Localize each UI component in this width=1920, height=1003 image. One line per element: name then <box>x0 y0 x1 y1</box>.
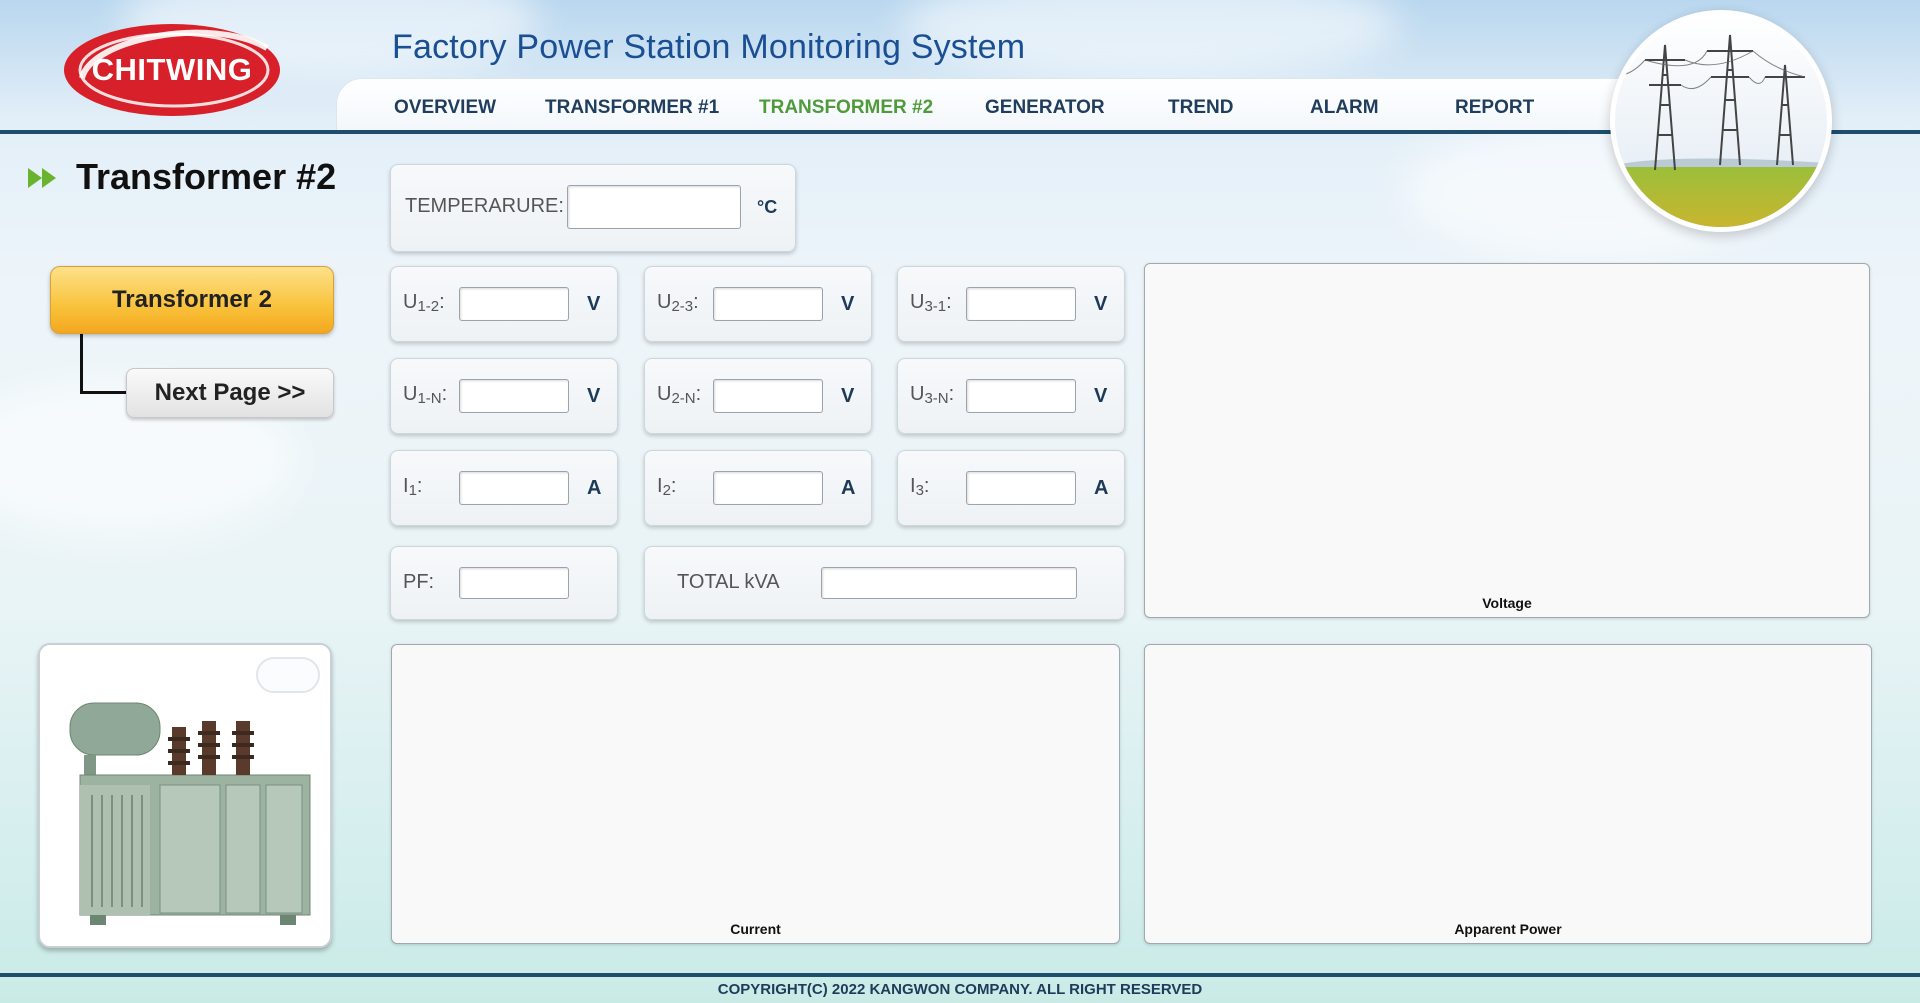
u23-panel: U2-3: V <box>644 266 872 342</box>
apparent-power-chart: Apparent Power <box>1144 644 1872 944</box>
i3-panel: I3: A <box>897 450 1125 526</box>
i1-label: I1: <box>403 475 423 499</box>
i2-field[interactable] <box>713 471 823 505</box>
nav-alarm[interactable]: ALARM <box>1310 97 1379 119</box>
nav-report[interactable]: REPORT <box>1455 97 1534 119</box>
u12-panel: U1-2: V <box>390 266 618 342</box>
nav-generator[interactable]: GENERATOR <box>985 97 1105 119</box>
voltage-chart-label: Voltage <box>1482 595 1532 611</box>
i3-label: I3: <box>910 475 930 499</box>
transformer-photo <box>38 643 332 948</box>
u3n-label: U3-N: <box>910 383 955 407</box>
footer-copyright: COPYRIGHT(C) 2022 KANGWON COMPANY. ALL R… <box>717 981 1203 998</box>
u23-unit: V <box>841 293 855 315</box>
nav-bar <box>336 78 1626 132</box>
u3n-field[interactable] <box>966 379 1076 413</box>
i2-panel: I2: A <box>644 450 872 526</box>
u1n-label: U1-N: <box>403 383 448 407</box>
u23-field[interactable] <box>713 287 823 321</box>
nav-transformer-1[interactable]: TRANSFORMER #1 <box>545 97 719 119</box>
app-title: Factory Power Station Monitoring System <box>392 28 1026 66</box>
i2-unit: A <box>841 477 856 499</box>
current-chart-label: Current <box>730 921 781 937</box>
i1-unit: A <box>587 477 602 499</box>
total-kva-field[interactable] <box>821 567 1077 599</box>
u12-label: U1-2: <box>403 291 445 315</box>
i3-field[interactable] <box>966 471 1076 505</box>
u2n-unit: V <box>841 385 855 407</box>
voltage-chart: Voltage <box>1144 263 1870 618</box>
total-kva-label: TOTAL kVA <box>677 571 780 593</box>
temperature-panel: TEMPERARURE: °C <box>390 164 796 252</box>
u2n-field[interactable] <box>713 379 823 413</box>
total-kva-panel: TOTAL kVA <box>644 546 1125 620</box>
u12-field[interactable] <box>459 287 569 321</box>
u23-label: U2-3: <box>657 291 699 315</box>
u1n-field[interactable] <box>459 379 569 413</box>
power-tower-image <box>1610 10 1832 232</box>
pf-label: PF: <box>403 571 435 593</box>
footer-divider <box>0 973 1920 977</box>
i2-label: I2: <box>657 475 677 499</box>
logo-text: CHITWING <box>91 52 253 87</box>
pf-panel: PF: <box>390 546 618 620</box>
u2n-label: U2-N: <box>657 383 702 407</box>
u31-label: U3-1: <box>910 291 952 315</box>
double-arrow-icon <box>28 166 62 195</box>
u3n-unit: V <box>1094 385 1108 407</box>
page-title: Transformer #2 <box>76 156 337 197</box>
nav-trend[interactable]: TREND <box>1168 97 1233 119</box>
u3n-panel: U3-N: V <box>897 358 1125 434</box>
nav-transformer-2[interactable]: TRANSFORMER #2 <box>759 97 933 119</box>
next-page-button[interactable]: Next Page >> <box>126 368 334 418</box>
chitwing-logo[interactable]: CHITWING <box>62 18 282 118</box>
pf-field[interactable] <box>459 567 569 599</box>
temperature-field[interactable] <box>567 185 741 229</box>
u31-unit: V <box>1094 293 1108 315</box>
current-chart: Current <box>391 644 1120 944</box>
i1-panel: I1: A <box>390 450 618 526</box>
u1n-panel: U1-N: V <box>390 358 618 434</box>
tree-connector <box>80 334 128 394</box>
i1-field[interactable] <box>459 471 569 505</box>
temperature-unit: °C <box>757 197 778 217</box>
u31-field[interactable] <box>966 287 1076 321</box>
transformer-2-button[interactable]: Transformer 2 <box>50 266 334 334</box>
u12-unit: V <box>587 293 601 315</box>
u2n-panel: U2-N: V <box>644 358 872 434</box>
temperature-label: TEMPERARURE: <box>405 195 564 217</box>
apparent-power-chart-label: Apparent Power <box>1454 921 1562 937</box>
nav-overview[interactable]: OVERVIEW <box>394 97 496 119</box>
u1n-unit: V <box>587 385 601 407</box>
i3-unit: A <box>1094 477 1109 499</box>
u31-panel: U3-1: V <box>897 266 1125 342</box>
